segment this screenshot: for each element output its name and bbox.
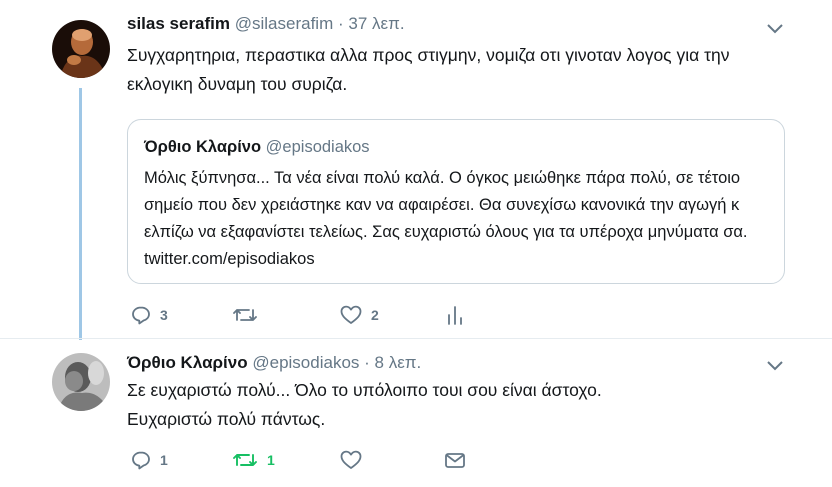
heart-icon: [340, 450, 362, 470]
avatar[interactable]: [52, 353, 110, 411]
display-name[interactable]: silas serafim: [127, 14, 230, 33]
quoted-tweet[interactable]: Όρθιο Κλαρίνο @episodiakos Μόλις ξύπνησα…: [127, 119, 785, 284]
retweet-icon: [232, 305, 258, 325]
retweet-button[interactable]: [232, 304, 258, 326]
direct-message-button[interactable]: [444, 449, 466, 471]
reply-button[interactable]: 3: [131, 304, 168, 326]
tweet-header: silas serafim @silaserafim · 37 λεπ.: [127, 14, 405, 34]
chevron-down-icon[interactable]: [766, 22, 784, 34]
heart-icon: [340, 305, 362, 325]
timestamp[interactable]: 8 λεπ.: [375, 353, 422, 372]
reply-count: 1: [160, 452, 168, 468]
reply-button[interactable]: 1: [131, 449, 168, 471]
separator: ·: [337, 14, 344, 33]
analytics-button[interactable]: [446, 304, 464, 326]
quote-header: Όρθιο Κλαρίνο @episodiakos: [144, 138, 370, 157]
display-name[interactable]: Όρθιο Κλαρίνο: [127, 353, 248, 372]
retweet-button[interactable]: 1: [232, 449, 275, 471]
quote-display-name: Όρθιο Κλαρίνο: [144, 138, 262, 156]
retweet-icon: [232, 450, 258, 470]
timestamp[interactable]: 37 λεπ.: [348, 14, 404, 33]
chevron-down-icon[interactable]: [766, 359, 784, 371]
quote-username: @episodiakos: [265, 138, 370, 156]
tweet-text: Συγχαρητηρια, περαστικα αλλα προς στιγμη…: [127, 45, 730, 94]
envelope-icon: [444, 450, 466, 470]
tweet-text: Σε ευχαριστώ πολύ... Όλο το υπόλοιπο του…: [127, 380, 602, 429]
quote-text: Μόλις ξύπνησα... Τα νέα είναι πολύ καλά.…: [144, 169, 748, 268]
analytics-icon: [446, 304, 464, 326]
separator: ·: [364, 353, 370, 372]
retweet-count: 1: [267, 452, 275, 468]
like-button[interactable]: [340, 449, 362, 471]
thread-line: [79, 88, 82, 340]
like-button[interactable]: 2: [340, 304, 379, 326]
username[interactable]: @episodiakos: [252, 353, 359, 372]
username[interactable]: @silaserafim: [235, 14, 334, 33]
tweet-silas[interactable]: silas serafim @silaserafim · 37 λεπ. Συγ…: [0, 0, 832, 340]
avatar[interactable]: [52, 20, 110, 78]
reply-count: 3: [160, 307, 168, 323]
tweet-header: Όρθιο Κλαρίνο @episodiakos · 8 λεπ.: [127, 353, 421, 373]
like-count: 2: [371, 307, 379, 323]
reply-icon: [131, 305, 151, 325]
tweet-episodiakos[interactable]: Όρθιο Κλαρίνο @episodiakos · 8 λεπ. Σε ε…: [0, 339, 832, 487]
reply-icon: [131, 450, 151, 470]
